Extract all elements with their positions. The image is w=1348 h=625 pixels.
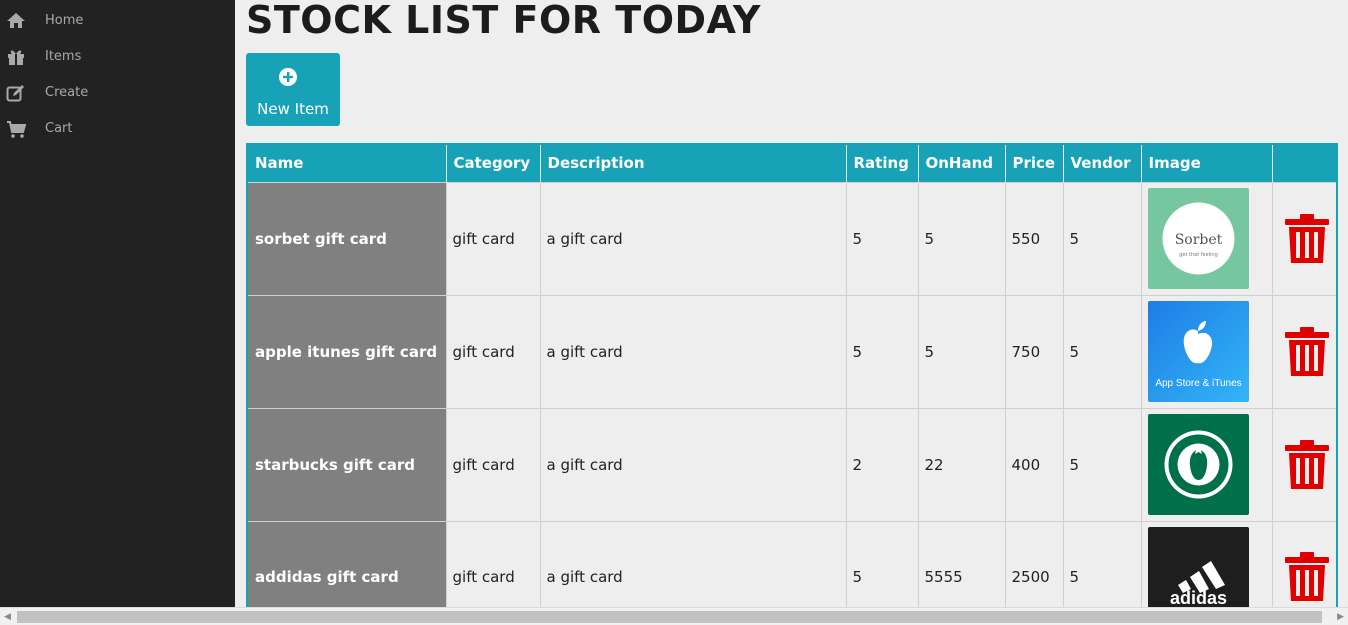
table-row: sorbet gift card gift card a gift card 5…: [246, 181, 1338, 296]
sorbet-tagline: get that feeling: [1179, 252, 1218, 258]
cell-category: gift card: [445, 294, 541, 409]
cell-onhand: 5: [917, 181, 1006, 296]
cell-onhand: 22: [917, 407, 1006, 522]
plus-circle-icon: [279, 68, 297, 86]
itunes-card-image: App Store & iTunes: [1147, 301, 1249, 402]
sidebar-item-label: Home: [45, 13, 84, 28]
table-row: addidas gift card gift card a gift card …: [246, 520, 1338, 607]
horizontal-scrollbar[interactable]: ◀ ▶: [0, 607, 1348, 625]
cell-price: 2500: [1004, 520, 1064, 607]
cell-price: 400: [1004, 407, 1064, 522]
cell-description: a gift card: [539, 520, 847, 607]
header-category: Category: [446, 144, 541, 182]
sidebar-item-label: Cart: [45, 121, 73, 136]
sidebar-item-cart[interactable]: Cart: [0, 115, 235, 143]
adidas-card-image: adidas: [1147, 526, 1249, 607]
cell-vendor: 5: [1062, 294, 1142, 409]
header-onhand: OnHand: [918, 144, 1006, 182]
cart-icon: [7, 121, 26, 138]
home-icon: [7, 13, 25, 28]
delete-trash-icon[interactable]: [1284, 439, 1329, 490]
table-header-row: Name Category Description Rating OnHand …: [247, 144, 1338, 182]
cell-category: gift card: [445, 520, 541, 607]
cell-rating: 5: [845, 294, 919, 409]
cell-name: apple itunes gift card: [246, 294, 447, 409]
stock-table: Name Category Description Rating OnHand …: [246, 143, 1338, 607]
cell-actions: [1271, 520, 1338, 607]
itunes-card-text: App Store & iTunes: [1155, 378, 1241, 389]
cell-actions: [1271, 294, 1338, 409]
cell-vendor: 5: [1062, 181, 1142, 296]
sidebar-item-items[interactable]: Items: [0, 43, 235, 71]
main-content: STOCK LIST FOR TODAY New Item Name Categ…: [235, 0, 1348, 607]
cell-price: 750: [1004, 294, 1064, 409]
page-title: STOCK LIST FOR TODAY: [246, 0, 761, 42]
gift-icon: [8, 50, 24, 65]
scroll-right-icon[interactable]: ▶: [1337, 612, 1344, 622]
header-description: Description: [540, 144, 847, 182]
cell-actions: [1271, 407, 1338, 522]
cell-description: a gift card: [539, 407, 847, 522]
delete-trash-icon[interactable]: [1284, 552, 1329, 602]
cell-vendor: 5: [1062, 520, 1142, 607]
cell-name: starbucks gift card: [246, 407, 447, 522]
table-row: starbucks gift card gift card a gift car…: [246, 407, 1338, 522]
cell-onhand: 5555: [917, 520, 1006, 607]
cell-description: a gift card: [539, 294, 847, 409]
header-image: Image: [1141, 144, 1273, 182]
scrollbar-thumb[interactable]: [17, 611, 1322, 623]
sidebar-item-create[interactable]: Create: [0, 79, 235, 107]
cell-rating: 2: [845, 407, 919, 522]
starbucks-card-image: [1147, 414, 1249, 515]
sidebar-item-label: Create: [45, 85, 89, 100]
cell-description: a gift card: [539, 181, 847, 296]
header-actions: [1272, 144, 1338, 182]
cell-category: gift card: [445, 407, 541, 522]
header-name: Name: [247, 144, 447, 182]
edit-icon: [6, 85, 24, 102]
cell-image: [1140, 407, 1273, 522]
table-row: apple itunes gift card gift card a gift …: [246, 294, 1338, 409]
cell-rating: 5: [845, 520, 919, 607]
sorbet-card-image: Sorbet get that feeling: [1147, 188, 1249, 289]
cell-name: addidas gift card: [246, 520, 447, 607]
new-item-label: New Item: [257, 100, 329, 118]
cell-name: sorbet gift card: [246, 181, 447, 296]
cell-actions: [1271, 181, 1338, 296]
cell-image: Sorbet get that feeling: [1140, 181, 1273, 296]
header-vendor: Vendor: [1063, 144, 1142, 182]
delete-trash-icon[interactable]: [1284, 213, 1329, 264]
header-rating: Rating: [846, 144, 919, 182]
sidebar-item-home[interactable]: Home: [0, 7, 235, 35]
cell-vendor: 5: [1062, 407, 1142, 522]
cell-rating: 5: [845, 181, 919, 296]
header-price: Price: [1005, 144, 1064, 182]
cell-category: gift card: [445, 181, 541, 296]
cell-image: App Store & iTunes: [1140, 294, 1273, 409]
adidas-card-text: adidas: [1169, 588, 1226, 607]
cell-price: 550: [1004, 181, 1064, 296]
scroll-left-icon[interactable]: ◀: [4, 612, 11, 622]
cell-onhand: 5: [917, 294, 1006, 409]
sorbet-logo-text: Sorbet: [1174, 232, 1222, 248]
new-item-button[interactable]: New Item: [246, 53, 340, 126]
delete-trash-icon[interactable]: [1284, 326, 1329, 377]
cell-image: adidas: [1140, 520, 1273, 607]
sidebar: Home Items Create Cart: [0, 0, 235, 607]
sidebar-item-label: Items: [45, 49, 82, 64]
